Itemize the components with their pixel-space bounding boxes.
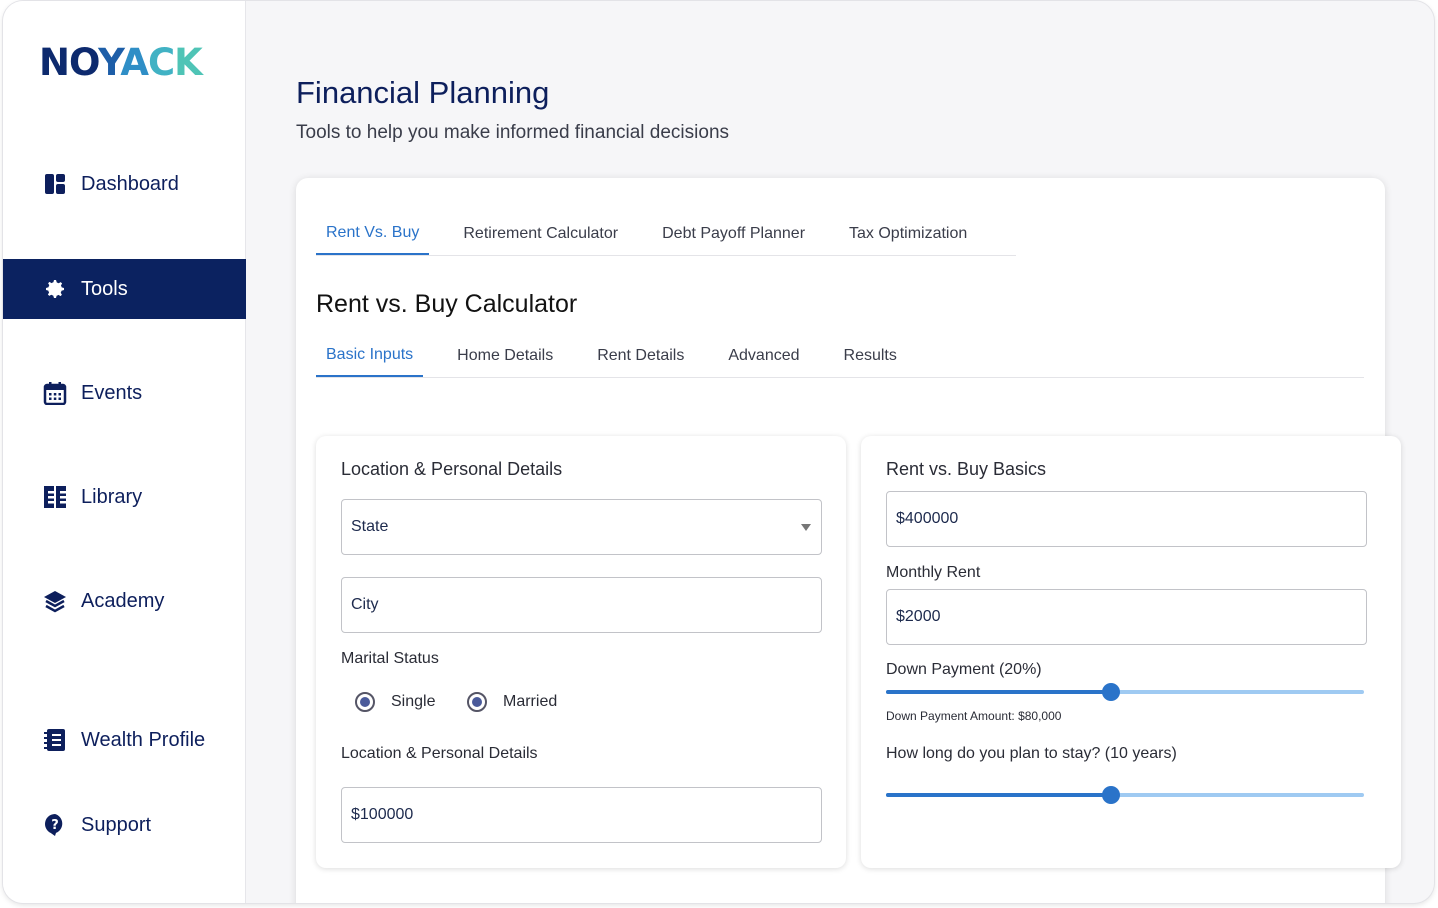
city-input[interactable]: City bbox=[341, 577, 822, 633]
sidebar-item-dashboard[interactable]: Dashboard bbox=[3, 154, 246, 214]
help-icon: ? bbox=[43, 813, 67, 837]
sidebar-item-label: Events bbox=[81, 381, 143, 404]
down-payment-label: Down Payment (20%) bbox=[886, 661, 1042, 678]
basics-panel: Rent vs. Buy Basics $400000 Monthly Rent… bbox=[861, 436, 1401, 868]
app-window: NOYACK Dashboard Tools Events Library Ac… bbox=[3, 1, 1434, 903]
svg-text:?: ? bbox=[51, 818, 59, 833]
home-price-value: $400000 bbox=[896, 510, 959, 527]
sidebar-item-label: Tools bbox=[81, 277, 128, 300]
monthly-rent-input[interactable]: $2000 bbox=[886, 589, 1367, 645]
radio-single[interactable]: Single bbox=[355, 692, 435, 712]
academy-icon bbox=[43, 589, 67, 613]
slider-thumb[interactable] bbox=[1101, 786, 1120, 804]
tab-rent-details[interactable]: Rent Details bbox=[587, 334, 694, 377]
tab-home-details[interactable]: Home Details bbox=[447, 334, 563, 377]
tab-basic-inputs[interactable]: Basic Inputs bbox=[316, 334, 424, 377]
sidebar-item-events[interactable]: Events bbox=[3, 363, 246, 423]
location-panel: Location & Personal Details State City M… bbox=[316, 436, 846, 868]
tab-rent-vs-buy[interactable]: Rent Vs. Buy bbox=[316, 212, 430, 255]
calculator-tabs: Basic Inputs Home Details Rent Details A… bbox=[316, 334, 1364, 378]
page-title: Financial Planning bbox=[296, 75, 550, 110]
income-input[interactable]: $100000 bbox=[341, 787, 822, 843]
noyack-logo[interactable]: NOYACK bbox=[39, 41, 203, 84]
state-select-value: State bbox=[351, 518, 389, 535]
down-payment-slider[interactable] bbox=[886, 683, 1364, 701]
sidebar-item-tools[interactable]: Tools bbox=[3, 259, 246, 319]
monthly-rent-value: $2000 bbox=[896, 608, 941, 625]
tool-tabs: Rent Vs. Buy Retirement Calculator Debt … bbox=[316, 212, 1016, 256]
sidebar-item-label: Wealth Profile bbox=[81, 728, 206, 751]
gear-icon bbox=[43, 277, 67, 301]
stay-duration-label: How long do you plan to stay? (10 years) bbox=[886, 745, 1177, 762]
sidebar-item-academy[interactable]: Academy bbox=[3, 571, 246, 631]
slider-fill bbox=[886, 793, 1111, 797]
slider-thumb[interactable] bbox=[1101, 683, 1120, 701]
monthly-rent-label: Monthly Rent bbox=[886, 564, 981, 581]
sidebar-item-wealth-profile[interactable]: Wealth Profile bbox=[3, 710, 246, 770]
chevron-down-icon bbox=[801, 524, 811, 531]
sidebar-item-label: Dashboard bbox=[81, 172, 179, 195]
sidebar-item-library[interactable]: Library bbox=[3, 467, 246, 527]
slider-fill bbox=[886, 690, 1111, 694]
sidebar: NOYACK Dashboard Tools Events Library Ac… bbox=[3, 1, 246, 903]
tab-debt-payoff-planner[interactable]: Debt Payoff Planner bbox=[652, 212, 815, 255]
city-input-placeholder: City bbox=[351, 596, 379, 613]
notebook-icon bbox=[43, 728, 67, 752]
tab-retirement-calculator[interactable]: Retirement Calculator bbox=[453, 212, 628, 255]
sidebar-item-support[interactable]: ? Support bbox=[3, 795, 246, 855]
dashboard-icon bbox=[43, 172, 67, 196]
state-select[interactable]: State bbox=[341, 499, 822, 555]
income-input-value: $100000 bbox=[351, 806, 414, 823]
tools-card: Rent Vs. Buy Retirement Calculator Debt … bbox=[296, 178, 1401, 903]
calculator-title: Rent vs. Buy Calculator bbox=[316, 290, 578, 318]
sidebar-item-label: Library bbox=[81, 485, 143, 508]
stay-duration-slider[interactable] bbox=[886, 786, 1364, 804]
tab-advanced[interactable]: Advanced bbox=[718, 334, 809, 377]
income-label: Location & Personal Details bbox=[341, 745, 538, 762]
calendar-icon bbox=[43, 381, 67, 405]
radio-indicator bbox=[467, 692, 487, 712]
library-icon bbox=[43, 485, 67, 509]
marital-status-label: Marital Status bbox=[341, 650, 439, 667]
radio-married-label: Married bbox=[503, 693, 558, 710]
page-subtitle: Tools to help you make informed financia… bbox=[296, 122, 730, 143]
sidebar-item-label: Academy bbox=[81, 589, 165, 612]
location-panel-title: Location & Personal Details bbox=[341, 459, 563, 479]
main-content: Financial Planning Tools to help you mak… bbox=[246, 1, 1434, 903]
home-price-input[interactable]: $400000 bbox=[886, 491, 1367, 547]
radio-indicator bbox=[355, 692, 375, 712]
sidebar-item-label: Support bbox=[81, 813, 152, 836]
tab-results[interactable]: Results bbox=[834, 334, 907, 377]
tab-tax-optimization[interactable]: Tax Optimization bbox=[839, 212, 977, 255]
basics-panel-title: Rent vs. Buy Basics bbox=[886, 459, 1047, 479]
radio-married[interactable]: Married bbox=[467, 692, 557, 712]
radio-single-label: Single bbox=[391, 693, 436, 710]
down-payment-amount: Down Payment Amount: $80,000 bbox=[886, 709, 1062, 723]
